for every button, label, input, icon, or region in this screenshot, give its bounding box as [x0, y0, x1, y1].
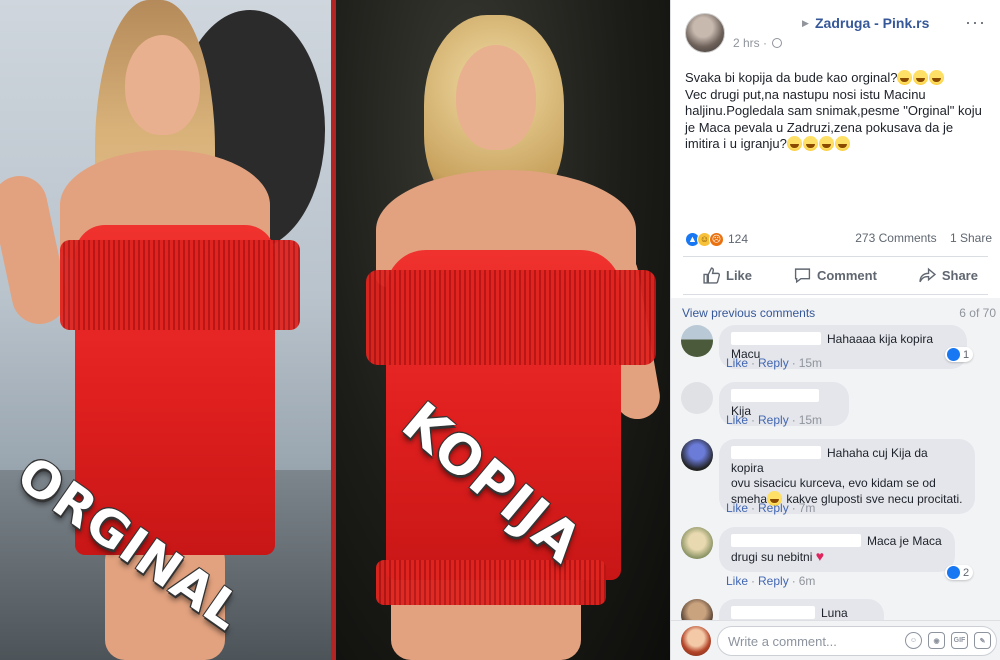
comment-time[interactable]: 7m [799, 501, 816, 515]
post-photo[interactable]: ORGINAL KOPIJA [0, 0, 670, 660]
post-sidebar: ▶ Zadruga - Pink.rs 2 hrs · ··· Svaka bi… [670, 0, 1000, 660]
comment-meta: Like · Reply · 15m [726, 413, 823, 427]
laughing-emoji-icon [913, 70, 929, 85]
comment-item: Hahaaaa kija kopira Macu 1 Like · Reply · 15… [681, 325, 999, 375]
page-avatar[interactable] [685, 13, 725, 53]
action-bar: Like Comment Share [683, 258, 988, 292]
comment-item: Hahaha cuj Kija da kopira ovu sisacicu k… [681, 439, 999, 519]
comment-time[interactable]: 15m [799, 413, 822, 427]
comment-reaction-count: 2 [963, 566, 970, 579]
like-reaction-icon [947, 348, 960, 361]
redacted-name[interactable] [731, 606, 815, 619]
comment-reaction-badge[interactable]: 2 [945, 565, 974, 580]
photo-panel-copy: KOPIJA [336, 0, 670, 660]
emoji-picker-icon[interactable]: ☺ [905, 632, 922, 649]
comment-meta: Like · Reply · 6m [726, 574, 816, 588]
comments-page-count: 6 of 70 [959, 306, 996, 320]
comments-section: View previous comments 6 of 70 Hahaaaa k… [671, 298, 1000, 620]
comment-like-link[interactable]: Like [726, 574, 748, 588]
meta-separator: · [763, 36, 768, 50]
comment-meta: Like · Reply · 15m [726, 356, 823, 370]
like-label: Like [726, 267, 753, 283]
laughing-emoji-icon [897, 70, 913, 85]
thumbs-up-icon [703, 266, 720, 284]
comment-reply-link[interactable]: Reply [758, 356, 789, 370]
share-label: Share [941, 267, 978, 283]
comment-text-2: ovu sisacicu kurceva, evo kidam se od [731, 476, 936, 490]
comment-item: Kija Like · Reply · 15m [681, 382, 999, 432]
comment-item: Maca je Maca drugi su nebitni ♥ 2 Like · R… [681, 527, 999, 592]
comment-meta: Like · Reply · 7m [726, 501, 816, 515]
commenter-avatar[interactable] [681, 382, 713, 414]
comments-count-link[interactable]: 273 Comments [855, 231, 936, 245]
heart-emoji-icon: ♥ [815, 548, 825, 564]
laughing-emoji-icon [929, 70, 945, 85]
shares-count-link[interactable]: 1 Share [950, 231, 992, 245]
post-text-line1: Svaka bi kopija da bude kao orginal? [685, 70, 898, 85]
laughing-emoji-icon [802, 136, 818, 151]
play-triangle-icon: ▶ [802, 18, 809, 28]
gif-icon[interactable]: GIF [951, 632, 968, 649]
share-arrow-icon [919, 267, 936, 282]
view-previous-comments-link[interactable]: View previous comments [682, 306, 815, 320]
laughing-emoji-icon [834, 136, 850, 151]
comment-text-1: Maca je Maca [867, 534, 942, 548]
comment-reaction-badge[interactable]: 1 [945, 347, 974, 362]
post-time[interactable]: 2 hrs [733, 36, 760, 50]
reaction-count: 124 [728, 232, 749, 246]
photo-panel-original: ORGINAL [0, 0, 331, 660]
share-button[interactable]: Share [919, 267, 978, 284]
like-reaction-icon [947, 566, 960, 579]
commenter-avatar[interactable] [681, 527, 713, 559]
face-left [125, 35, 200, 135]
comment-bubble: Maca je Maca drugi su nebitni ♥ [719, 527, 955, 572]
camera-icon[interactable]: ◉ [928, 632, 945, 649]
comment-button[interactable]: Comment [794, 267, 877, 284]
sticker-icon[interactable]: ✎ [974, 632, 991, 649]
fringe-right-hem [376, 560, 606, 605]
comment-text-2: drugi su nebitni [731, 550, 813, 564]
comment-like-link[interactable]: Like [726, 501, 748, 515]
page-name-link[interactable]: Zadruga - Pink.rs [815, 15, 929, 31]
redacted-name[interactable] [731, 534, 861, 547]
comment-like-link[interactable]: Like [726, 356, 748, 370]
fringe-right-top [366, 270, 656, 365]
comment-reaction-count: 1 [963, 348, 970, 361]
commenter-avatar[interactable] [681, 439, 713, 471]
fringe-left [60, 240, 300, 330]
face-right [456, 45, 536, 150]
engagement-counts: 273 Comments 1 Share [845, 231, 992, 245]
write-comment-bar: ☺ ◉ GIF ✎ [671, 620, 1000, 660]
comment-reply-link[interactable]: Reply [758, 574, 789, 588]
laughing-emoji-icon [818, 136, 834, 151]
more-options-icon[interactable]: ··· [965, 12, 986, 33]
current-user-avatar [681, 626, 711, 656]
comment-like-link[interactable]: Like [726, 413, 748, 427]
angry-reaction-icon: ☹ [709, 231, 724, 247]
divider-bottom [683, 294, 988, 295]
post-meta: 2 hrs · [733, 36, 783, 50]
commenter-avatar[interactable] [681, 325, 713, 357]
comment-label: Comment [816, 267, 877, 283]
facebook-photo-viewer: ORGINAL KOPIJA ▶ Zadruga - Pink.rs 2 hrs… [0, 0, 1000, 660]
redacted-name[interactable] [731, 389, 819, 402]
laughing-emoji-icon [786, 136, 802, 151]
like-button[interactable]: Like [703, 266, 753, 284]
comment-input-tools: ☺ ◉ GIF ✎ [905, 632, 991, 649]
comment-reply-link[interactable]: Reply [758, 413, 789, 427]
globe-icon [772, 38, 783, 48]
comment-time[interactable]: 6m [799, 574, 816, 588]
comment-item: Luna krade [681, 599, 999, 620]
reaction-summary[interactable]: ▲ ☺ ☹ 124 [685, 231, 748, 247]
redacted-name[interactable] [731, 332, 821, 345]
divider-top [683, 256, 988, 257]
redacted-name[interactable] [731, 446, 821, 459]
comment-bubble-icon [794, 267, 811, 283]
comment-time[interactable]: 15m [799, 356, 822, 370]
commenter-avatar[interactable] [681, 599, 713, 620]
post-text: Svaka bi kopija da bude kao orginal? Vec… [685, 70, 985, 153]
comment-reply-link[interactable]: Reply [758, 501, 789, 515]
comment-bubble: Luna krade [719, 599, 884, 620]
